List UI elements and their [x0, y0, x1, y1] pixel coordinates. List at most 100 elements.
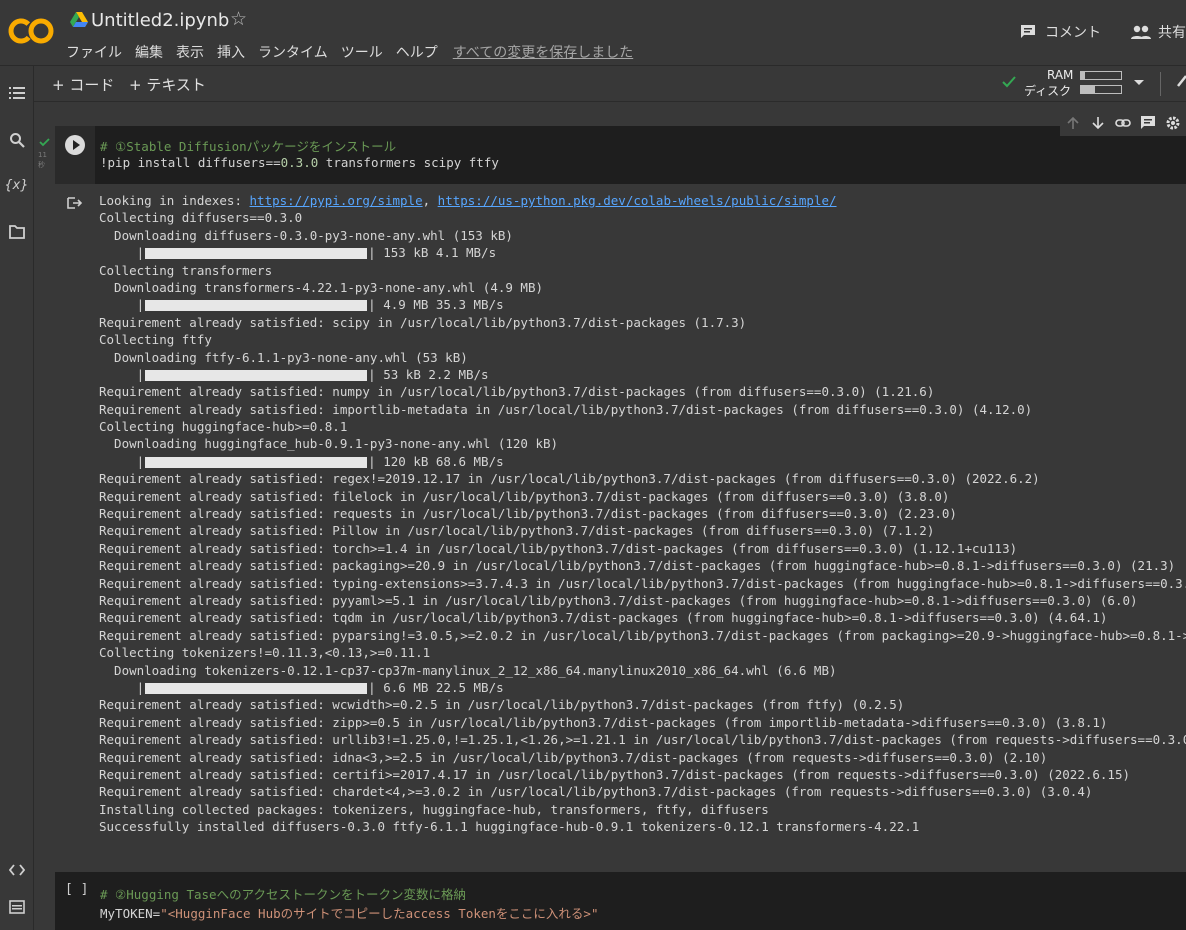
download-progress-line: | | 153 kB 4.1 MB/s — [99, 244, 1186, 261]
chevron-down-icon[interactable] — [1134, 80, 1144, 85]
save-status[interactable]: すべての変更を保存しました — [453, 42, 633, 62]
settings-gear-icon[interactable] — [1161, 115, 1186, 131]
comment-label: コメント — [1045, 25, 1101, 41]
output-lines: Collecting diffusers==0.3.0 Downloading … — [99, 209, 1186, 835]
progress-bar-suffix: | — [368, 453, 376, 469]
colab-logo[interactable] — [8, 14, 54, 48]
index-separator: , — [422, 193, 438, 208]
output-line: Requirement already satisfied: zipp>=0.5… — [99, 714, 1108, 730]
download-progress-line: | | 120 kB 68.6 MB/s — [99, 453, 1186, 470]
output-line: Collecting huggingface-hub>=0.8.1 — [99, 419, 348, 435]
app-header: Untitled2.ipynb ☆ ファイル 編集 表示 挿入 ランタイム ツー… — [0, 0, 1186, 64]
output-line: Looking in indexes: https://pypi.org/sim… — [99, 192, 1186, 209]
output-line: Requirement already satisfied: certifi>=… — [99, 766, 1131, 782]
output-line: Requirement already satisfied: typing-ex… — [99, 575, 1186, 591]
code-variable: MyTOKEN= — [100, 906, 161, 921]
comment-icon — [1021, 25, 1035, 38]
menu-runtime[interactable]: ランタイム — [258, 42, 328, 62]
code-line-pip: !pip install diffusers==0.3.0 transforme… — [100, 155, 499, 170]
share-button[interactable]: 共有 — [1130, 22, 1186, 42]
code-editor[interactable]: # ①Stable Diffusionパッケージをインストール !pip ins… — [95, 126, 1186, 184]
output-line: Requirement already satisfied: torch>=1.… — [99, 540, 1018, 556]
comment-cell-icon[interactable] — [1136, 115, 1161, 131]
share-label: 共有 — [1158, 25, 1186, 41]
code-snippets-icon[interactable] — [0, 864, 33, 876]
code-text: !pip install diffusers== — [100, 155, 281, 170]
people-icon — [1131, 25, 1151, 39]
cell-toolbar — [1060, 110, 1186, 136]
progress-bar — [145, 682, 368, 694]
menu-tools[interactable]: ツール — [341, 42, 383, 62]
google-drive-icon — [70, 12, 88, 27]
execution-time: 11 秒 — [38, 151, 47, 169]
pypi-link[interactable]: https://pypi.org/simple — [250, 193, 423, 208]
notebook-title[interactable]: Untitled2.ipynb — [91, 10, 229, 31]
progress-bar-suffix: | — [368, 297, 376, 313]
output-line: Requirement already satisfied: scipy in … — [99, 314, 747, 330]
disk-usage-fill — [1081, 86, 1095, 93]
output-line: Collecting ftfy — [99, 332, 212, 348]
output-line: Requirement already satisfied: requests … — [99, 506, 957, 522]
menu-help[interactable]: ヘルプ — [396, 42, 438, 62]
cell-run-bracket[interactable]: [ ] — [65, 882, 88, 897]
output-menu-icon[interactable] — [67, 196, 83, 210]
move-down-icon[interactable] — [1085, 116, 1110, 130]
star-icon[interactable]: ☆ — [230, 8, 247, 30]
cell-run-gutter — [55, 126, 95, 184]
progress-bar-prefix: | — [99, 453, 145, 469]
progress-bar-prefix: | — [99, 245, 145, 261]
output-line: Requirement already satisfied: chardet<4… — [99, 784, 1093, 800]
output-line: Collecting tokenizers!=0.11.3,<0.13,>=0.… — [99, 645, 431, 661]
search-icon[interactable] — [0, 132, 33, 148]
code-text: transformers scipy ftfy — [318, 155, 499, 170]
add-text-button[interactable]: + テキスト — [129, 74, 206, 95]
output-line: Requirement already satisfied: regex!=20… — [99, 471, 1040, 487]
output-line: Requirement already satisfied: packaging… — [99, 558, 1176, 574]
code-cell-2[interactable]: [ ] # ②Hugging Taseへのアクセストークンをトークン変数に格納 … — [55, 872, 1186, 930]
progress-bar — [145, 248, 368, 260]
menu-edit[interactable]: 編集 — [135, 42, 163, 62]
output-line: Requirement already satisfied: filelock … — [99, 488, 950, 504]
left-sidebar: {x} — [0, 66, 34, 930]
connected-check-icon — [1002, 76, 1016, 88]
ram-usage-fill — [1081, 72, 1085, 79]
progress-text: 153 kB 4.1 MB/s — [375, 245, 497, 261]
menu-file[interactable]: ファイル — [66, 42, 122, 62]
output-line: Successfully installed diffusers-0.3.0 f… — [99, 819, 920, 835]
folder-icon[interactable] — [0, 225, 33, 239]
progress-bar-suffix: | — [368, 366, 376, 382]
link-icon[interactable] — [1110, 118, 1135, 128]
toc-icon[interactable] — [0, 86, 33, 100]
output-line: Requirement already satisfied: numpy in … — [99, 384, 935, 400]
download-progress-line: | | 6.6 MB 22.5 MB/s — [99, 679, 1186, 696]
disk-label: ディスク — [1024, 84, 1072, 98]
progress-text: 53 kB 2.2 MB/s — [375, 366, 489, 382]
menu-view[interactable]: 表示 — [176, 42, 204, 62]
toolbar-divider — [1160, 72, 1161, 96]
output-line: Collecting transformers — [99, 262, 273, 278]
comment-button[interactable]: コメント — [1019, 22, 1101, 42]
move-up-icon[interactable] — [1060, 116, 1085, 130]
terminal-icon[interactable] — [0, 900, 33, 914]
code-cell-1[interactable]: # ①Stable Diffusionパッケージをインストール !pip ins… — [38, 126, 1186, 916]
executed-check-icon — [39, 138, 50, 147]
progress-bar — [145, 300, 368, 312]
colab-wheels-link[interactable]: https://us-python.pkg.dev/colab-wheels/p… — [438, 193, 837, 208]
output-line: Requirement already satisfied: Pillow in… — [99, 523, 935, 539]
menu-insert[interactable]: 挿入 — [217, 42, 245, 62]
disk-usage-bar[interactable] — [1080, 85, 1122, 94]
code-line-token: MyTOKEN="<HugginFace Hubのサイトでコピーしたaccess… — [100, 903, 599, 922]
cell-output: Looking in indexes: https://pypi.org/sim… — [55, 184, 1186, 916]
ram-usage-bar[interactable] — [1080, 71, 1122, 80]
code-number: 0.3.0 — [280, 155, 319, 170]
output-line: Requirement already satisfied: tqdm in /… — [99, 610, 1108, 626]
run-cell-button[interactable] — [65, 135, 85, 155]
edit-pencil-icon[interactable] — [1176, 74, 1186, 88]
output-line: Requirement already satisfied: wcwidth>=… — [99, 697, 905, 713]
variables-icon[interactable]: {x} — [0, 178, 33, 193]
output-line: Collecting diffusers==0.3.0 — [99, 210, 303, 226]
output-line: Installing collected packages: tokenizer… — [99, 801, 769, 817]
add-code-button[interactable]: + コード — [52, 74, 114, 95]
menu-bar: ファイル 編集 表示 挿入 ランタイム ツール ヘルプ すべての変更を保存しまし… — [66, 42, 633, 62]
progress-text: 120 kB 68.6 MB/s — [375, 453, 504, 469]
